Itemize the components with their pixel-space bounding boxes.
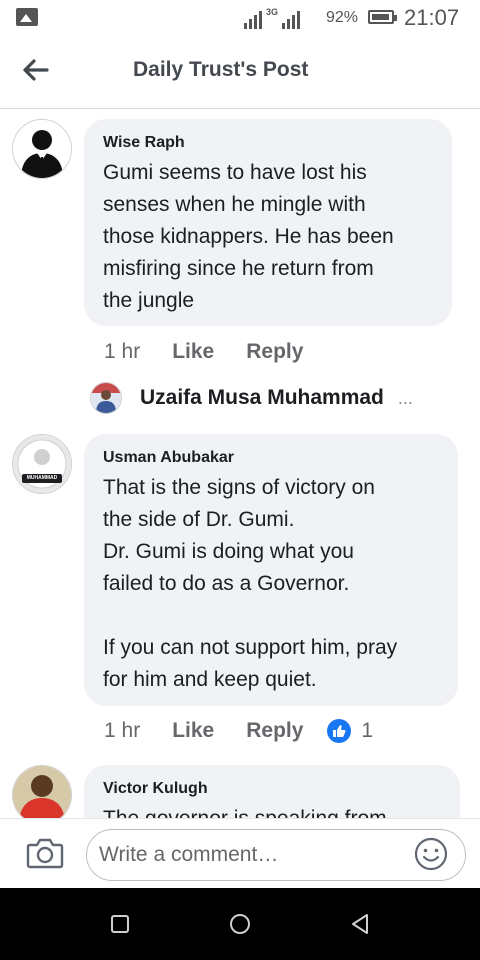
comment-input[interactable] [86, 829, 466, 881]
avatar[interactable] [12, 765, 72, 825]
comment-author[interactable]: Wise Raph [103, 133, 432, 153]
comment-time: 1 hr [104, 340, 141, 363]
comment-composer [0, 818, 480, 889]
comment-actions: 1 hr Like Reply 1 [104, 716, 373, 746]
square-icon [111, 915, 129, 933]
avatar[interactable] [12, 119, 72, 179]
thumbs-up-icon [327, 719, 352, 743]
reply-thread-preview[interactable]: Uzaifa Musa Muhammad ... [90, 380, 413, 416]
clock: 21:07 [404, 5, 460, 30]
emoji-button[interactable] [414, 837, 448, 871]
status-bar: 3G 92% 21:07 [0, 0, 480, 36]
person-silhouette-icon [13, 120, 71, 178]
avatar [90, 382, 122, 414]
camera-icon [26, 838, 64, 869]
back-button[interactable] [20, 54, 52, 86]
gallery-icon [16, 8, 38, 26]
like-button[interactable]: Like [172, 719, 214, 743]
comment-text: Gumi seems to have lost his senses when … [103, 161, 394, 312]
smiley-icon [414, 837, 448, 871]
comment-text: That is the signs of victory on the side… [103, 476, 398, 691]
home-button[interactable] [228, 912, 252, 936]
system-nav-bar [0, 888, 480, 960]
profile-badge-icon [13, 435, 71, 493]
comment-time: 1 hr [104, 719, 141, 742]
reply-button[interactable]: Reply [246, 719, 303, 743]
reply-author: Uzaifa Musa Muhammad [140, 386, 384, 409]
reply-button[interactable]: Reply [246, 340, 303, 364]
person-photo-icon [13, 766, 71, 824]
top-app-bar: Daily Trust's Post [0, 36, 480, 109]
network-type: 3G [266, 7, 279, 17]
comment-actions: 1 hr Like Reply [104, 337, 315, 367]
camera-button[interactable] [26, 835, 64, 871]
comment-bubble[interactable]: Usman Abubakar That is the signs of vict… [84, 434, 458, 706]
page-title: Daily Trust's Post [133, 58, 309, 81]
more-replies-ellipsis: ... [397, 387, 413, 408]
back-nav-button[interactable] [348, 912, 372, 936]
reaction-count: 1 [361, 719, 374, 742]
signal-icons: 3G [244, 7, 301, 29]
comment-author[interactable]: Usman Abubakar [103, 448, 438, 468]
comment-bubble[interactable]: Wise Raph Gumi seems to have lost his se… [84, 119, 452, 326]
reaction-summary[interactable]: 1 [327, 719, 373, 743]
avatar[interactable]: MUHAMMAD [12, 434, 72, 494]
person-photo-icon [91, 383, 121, 413]
triangle-back-icon [352, 914, 368, 934]
circle-icon [230, 914, 250, 934]
avatar-caption: MUHAMMAD [26, 475, 58, 481]
arrow-left-icon [23, 59, 49, 81]
like-button[interactable]: Like [172, 340, 214, 364]
comment-author[interactable]: Victor Kulugh [103, 779, 440, 799]
recent-apps-button[interactable] [108, 912, 132, 936]
battery-icon [368, 10, 397, 24]
battery-percent: 92% [326, 9, 359, 26]
